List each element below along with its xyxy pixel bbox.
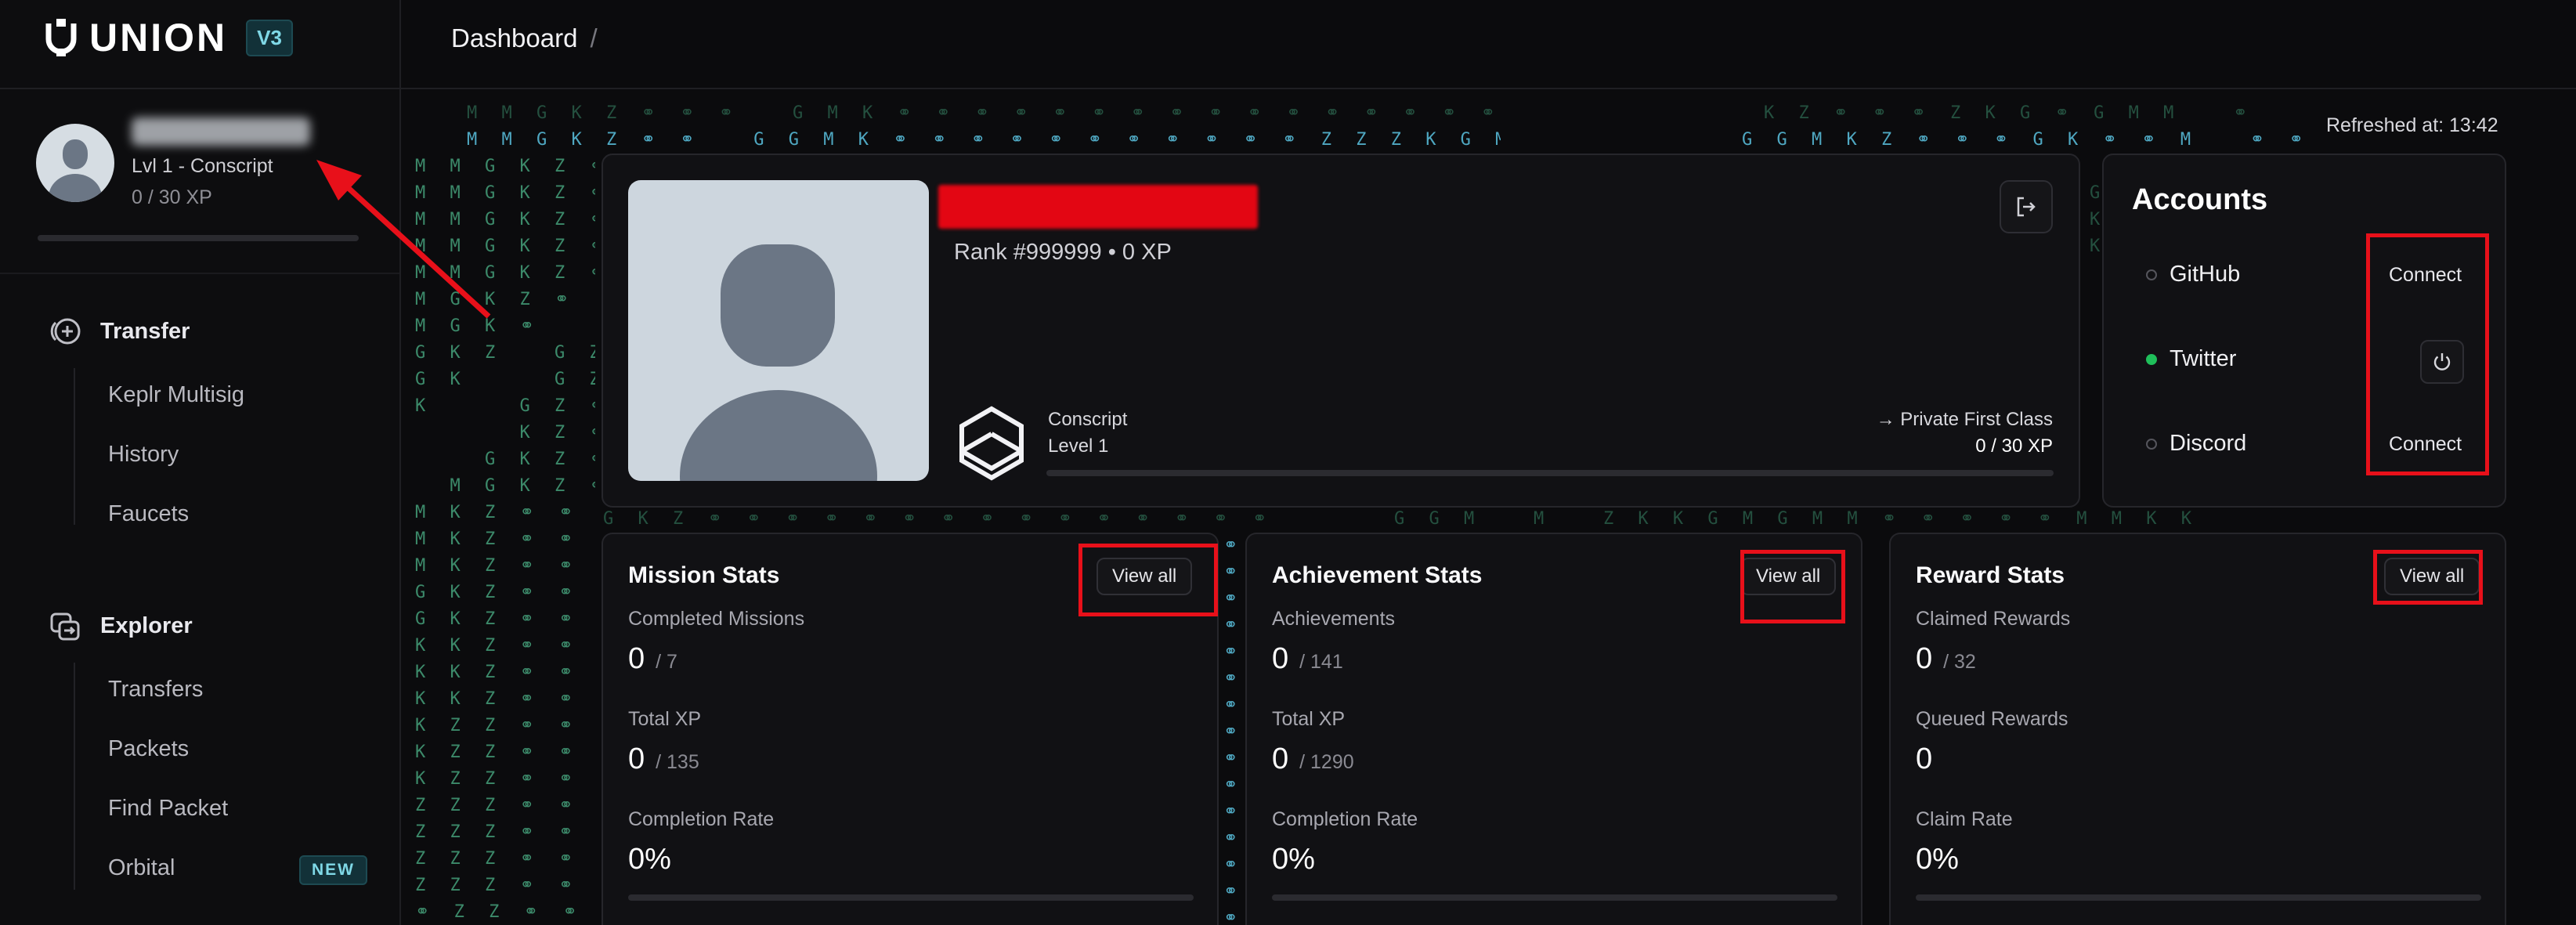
- stat-label: Claim Rate: [1916, 808, 2013, 830]
- account-row-discord: Discord: [2146, 431, 2246, 457]
- explorer-icon: [50, 612, 80, 641]
- matrix-row: G G M M Z K K G M G M M ⚭ ⚭ ⚭ ⚭ ⚭ M M K …: [1394, 509, 2198, 529]
- stat-label: Completed Missions: [628, 608, 805, 630]
- player-rank: Rank #999999 • 0 XP: [954, 240, 1172, 265]
- account-name: Discord: [2170, 431, 2247, 456]
- annotation-highlight-box: [1740, 550, 1845, 623]
- blurred-username: [132, 117, 310, 146]
- annotation-highlight-box: [1078, 544, 1218, 616]
- stat-value: 0%: [1272, 843, 1315, 876]
- sidebar-item-packets[interactable]: Packets: [108, 736, 189, 762]
- completion-progress-bar: [1272, 894, 1837, 901]
- redacted-username: [938, 185, 1258, 229]
- logout-icon: [2017, 197, 2036, 217]
- app-logo[interactable]: UNION V3: [41, 11, 293, 64]
- stat-value: 0%: [1916, 843, 1959, 876]
- stat-value: 0/ 1290: [1272, 743, 1354, 775]
- stat-value: 0/ 32: [1916, 642, 1976, 675]
- nav-section-label: Transfer: [100, 318, 190, 344]
- profile-level: Lvl 1 - Conscript: [132, 155, 273, 177]
- sidebar-item-orbital[interactable]: Orbital: [108, 855, 175, 881]
- rank-progress-bar: [1046, 470, 2054, 476]
- account-name: GitHub: [2170, 262, 2241, 287]
- xp-progress-bar: [38, 235, 359, 241]
- nav-section-label: Explorer: [100, 612, 193, 638]
- reward-stats-title: Reward Stats: [1916, 562, 2065, 588]
- logout-button[interactable]: [2000, 180, 2053, 233]
- next-rank: → Private First Class: [1876, 409, 2053, 430]
- stat-value: 0/ 135: [628, 743, 699, 775]
- nav-section-transfer[interactable]: Transfer: [49, 315, 190, 348]
- player-avatar[interactable]: [628, 180, 929, 481]
- status-dot: [2146, 353, 2157, 365]
- account-row-twitter: Twitter: [2146, 346, 2236, 372]
- matrix-row: G K Z ⚭ ⚭ ⚭ ⚭ ⚭ ⚭ ⚭ ⚭ ⚭ ⚭ ⚭ ⚭ ⚭ ⚭ ⚭ ⚭ ⚭ …: [603, 509, 1292, 529]
- annotation-highlight-box: [2366, 233, 2489, 475]
- rank-title: Conscript: [1048, 409, 1128, 430]
- stat-label: Completion Rate: [1272, 808, 1418, 830]
- status-dot: [2146, 269, 2157, 280]
- union-logo-icon: [45, 19, 77, 56]
- sidebar-item-transfers[interactable]: Transfers: [108, 677, 203, 703]
- stat-label: Achievements: [1272, 608, 1396, 630]
- stat-value: 0%: [628, 843, 671, 876]
- status-dot: [2146, 438, 2157, 450]
- matrix-column: ⚭ ⚭ ⚭ ⚭ ⚭ ⚭ ⚭ ⚭ ⚭ ⚭ ⚭ ⚭ ⚭ ⚭ ⚭ ⚭ ⚭: [1223, 536, 1245, 924]
- avatar[interactable]: [36, 124, 114, 202]
- breadcrumb: Dashboard /: [451, 23, 598, 53]
- stat-value: 0/ 141: [1272, 642, 1343, 675]
- breadcrumb-separator: /: [590, 23, 598, 52]
- logo-text: UNION: [89, 16, 228, 60]
- rank-xp: 0 / 30 XP: [1975, 435, 2053, 457]
- nav-section-explorer[interactable]: Explorer: [49, 609, 193, 642]
- stat-value: 0/ 7: [628, 642, 677, 675]
- achievement-stats-title: Achievement Stats: [1272, 562, 1483, 588]
- sidebar-item-keplr-multisig[interactable]: Keplr Multisig: [108, 382, 244, 408]
- mission-stats-title: Mission Stats: [628, 562, 780, 588]
- divider: [0, 273, 399, 274]
- transfer-icon: [50, 318, 81, 345]
- new-badge: NEW: [299, 855, 367, 885]
- accounts-title: Accounts: [2132, 183, 2268, 216]
- stat-label: Total XP: [628, 708, 702, 730]
- annotation-highlight-box: [2373, 550, 2483, 605]
- refreshed-timestamp: Refreshed at: 13:42: [2326, 114, 2498, 136]
- claim-rate-progress-bar: [1916, 894, 2481, 901]
- sidebar-item-faucets[interactable]: Faucets: [108, 501, 189, 527]
- stat-label: Claimed Rewards: [1916, 608, 2071, 630]
- sidebar: UNION V3 Lvl 1 - Conscript 0 / 30 XP Tra…: [0, 0, 401, 925]
- rank-insignia-icon: [959, 406, 1024, 481]
- divider: [0, 88, 399, 89]
- top-bar: Dashboard /: [401, 0, 2576, 89]
- sidebar-item-find-packet[interactable]: Find Packet: [108, 796, 228, 822]
- sidebar-item-history[interactable]: History: [108, 442, 179, 468]
- nav-guide-line: [74, 368, 75, 525]
- account-row-github: GitHub: [2146, 262, 2240, 287]
- matrix-column: M M G K Z ⚭ M M G K Z ⚭ M M G K Z ⚭ M M …: [415, 157, 595, 922]
- stat-label: Completion Rate: [628, 808, 775, 830]
- stat-label: Total XP: [1272, 708, 1346, 730]
- stat-label: Queued Rewards: [1916, 708, 2068, 730]
- stat-value: 0: [1916, 743, 1933, 775]
- rank-level: Level 1: [1048, 435, 1109, 457]
- nav-guide-line: [74, 663, 75, 890]
- version-badge: V3: [246, 19, 293, 56]
- profile-xp: 0 / 30 XP: [132, 186, 212, 208]
- account-name: Twitter: [2170, 346, 2237, 371]
- completion-progress-bar: [628, 894, 1194, 901]
- breadcrumb-dashboard[interactable]: Dashboard: [451, 23, 577, 52]
